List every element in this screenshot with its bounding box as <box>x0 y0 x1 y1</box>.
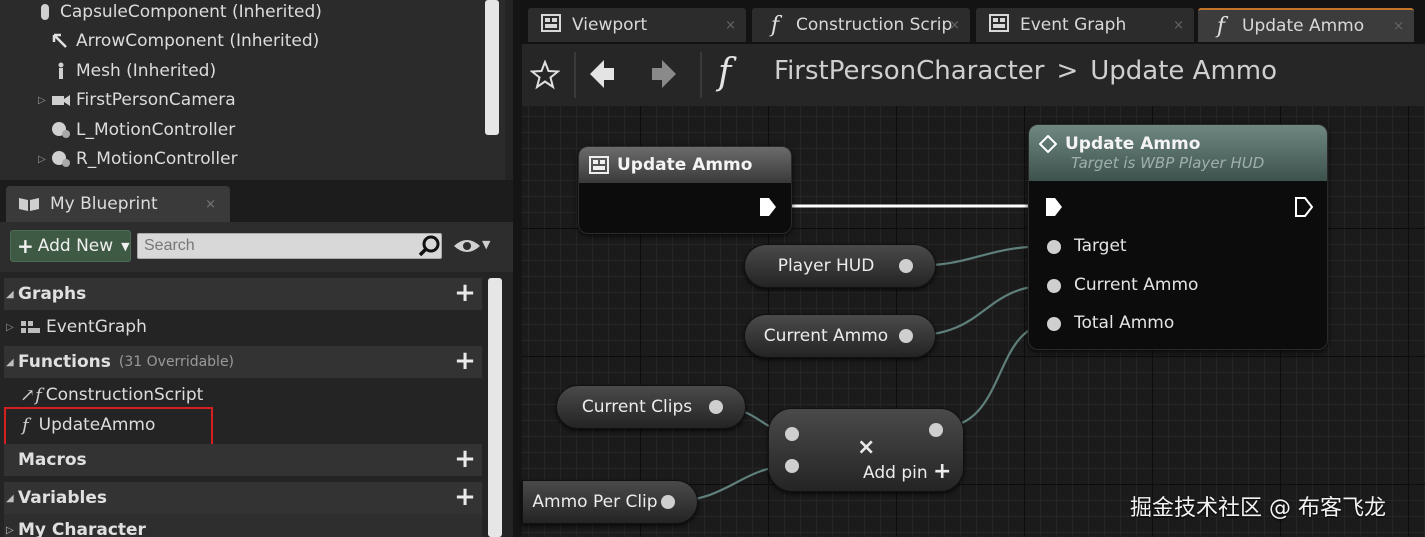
output-pin[interactable] <box>899 329 913 343</box>
variable-label: Ammo Per Clip <box>532 492 658 512</box>
target-pin[interactable] <box>1047 240 1061 254</box>
node-subtitle: Target is WBP Player HUD <box>1071 154 1265 172</box>
exec-in-pin[interactable] <box>1045 197 1063 217</box>
output-pin[interactable] <box>929 423 943 437</box>
update-ammo-call-node[interactable]: Update Ammo Target is WBP Player HUD Tar… <box>1028 124 1328 350</box>
output-pin[interactable] <box>661 495 675 509</box>
node-header: Update Ammo <box>579 147 791 183</box>
watermark: 掘金技术社区 @ 布客飞龙 <box>1130 496 1386 521</box>
pin-label: Total Ammo <box>1074 313 1175 333</box>
multiply-icon: × <box>857 435 876 460</box>
pin-label: Target <box>1074 236 1127 256</box>
current-ammo-pin[interactable] <box>1047 279 1061 293</box>
node-title: Update Ammo <box>1065 134 1201 154</box>
node-title: Update Ammo <box>617 155 753 175</box>
pin-label: Current Ammo <box>1074 275 1199 295</box>
current-clips-getter[interactable]: Current Clips <box>556 385 746 429</box>
player-hud-getter[interactable]: Player HUD <box>744 244 936 288</box>
function-entry-node[interactable]: Update Ammo <box>578 146 792 234</box>
output-pin[interactable] <box>709 400 723 414</box>
function-entry-icon <box>589 156 609 174</box>
multiply-node[interactable]: × Add pin + <box>768 408 964 492</box>
input-pin-a[interactable] <box>785 427 799 441</box>
add-pin-label[interactable]: Add pin <box>863 463 928 483</box>
diamond-icon <box>1039 135 1057 153</box>
ammo-per-clip-getter[interactable]: Ammo Per Clip <box>522 480 698 524</box>
exec-out-pin[interactable] <box>1295 197 1313 217</box>
input-pin-b[interactable] <box>785 459 799 473</box>
add-pin-icon[interactable]: + <box>933 459 951 484</box>
output-pin[interactable] <box>899 259 913 273</box>
variable-label: Player HUD <box>777 256 875 276</box>
variable-label: Current Clips <box>581 397 693 417</box>
variable-label: Current Ammo <box>763 326 889 346</box>
exec-out-pin[interactable] <box>759 197 777 217</box>
node-header: Update Ammo Target is WBP Player HUD <box>1029 125 1327 181</box>
total-ammo-pin[interactable] <box>1047 317 1061 331</box>
current-ammo-getter[interactable]: Current Ammo <box>744 314 936 358</box>
